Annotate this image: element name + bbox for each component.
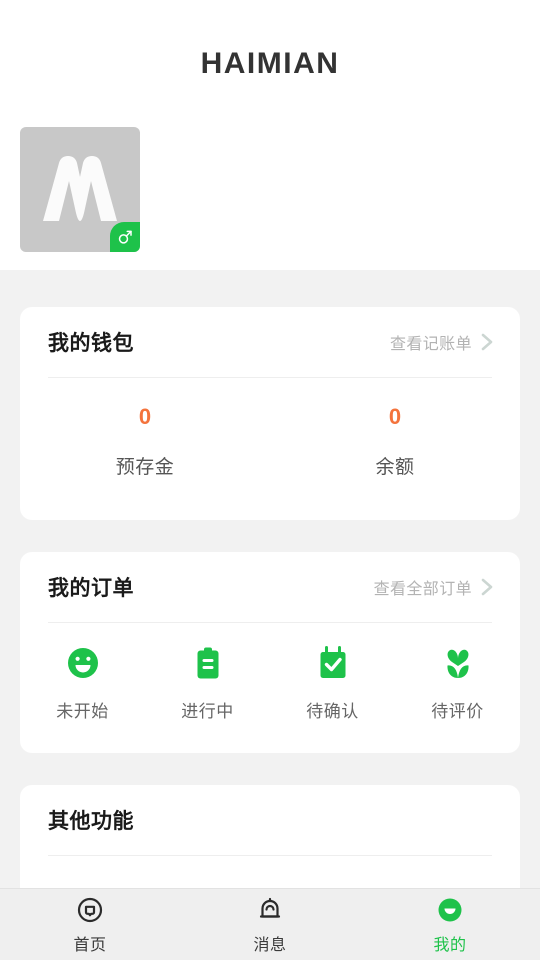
view-statement-button[interactable]: 查看记账单 [390, 330, 498, 354]
wallet-card-header: 我的钱包 查看记账单 [20, 307, 520, 377]
order-status-label: 待确认 [306, 702, 359, 721]
prepaid-value: 0 [138, 404, 152, 429]
tab-mine-label: 我的 [433, 936, 467, 954]
home-circle-icon [75, 895, 105, 925]
profile-smiley-icon [435, 895, 465, 925]
view-all-orders-button[interactable]: 查看全部订单 [374, 575, 498, 599]
order-status-label: 待评价 [431, 702, 484, 721]
tab-mine[interactable]: 我的 [360, 889, 540, 960]
order-status-pending-review[interactable]: 待评价 [395, 645, 520, 722]
wallet-title: 我的钱包 [48, 332, 134, 355]
chevron-right-icon [474, 575, 498, 599]
orders-card-header: 我的订单 查看全部订单 [20, 552, 520, 622]
tab-messages[interactable]: 消息 [180, 889, 360, 960]
other-functions-divider [48, 855, 492, 856]
order-status-label: 未开始 [56, 702, 109, 721]
balance-label: 余额 [375, 457, 415, 479]
wallet-stats: 0 预存金 0 余额 [20, 378, 520, 479]
smiley-face-icon [65, 645, 101, 681]
heart-flower-icon [440, 645, 476, 681]
calendar-check-icon [315, 645, 351, 681]
wallet-stat-prepaid[interactable]: 0 预存金 [20, 404, 270, 479]
app-root: HAIMIAN 我的钱包 查看记账单 0 预存金 0 余额 我的订单 查看全部订… [0, 0, 540, 960]
letter-m-logo-icon [37, 151, 123, 229]
other-functions-title: 其他功能 [48, 810, 134, 833]
prepaid-label: 预存金 [115, 457, 175, 479]
order-status-not-started[interactable]: 未开始 [20, 645, 145, 722]
order-status-in-progress[interactable]: 进行中 [145, 645, 270, 722]
avatar-wrapper[interactable] [20, 127, 140, 252]
view-all-orders-label: 查看全部订单 [373, 581, 472, 598]
orders-card: 我的订单 查看全部订单 未开始 进行中 待确认 待评价 [20, 552, 520, 753]
order-status-pending-confirm[interactable]: 待确认 [270, 645, 395, 722]
tab-home-label: 首页 [73, 936, 107, 954]
page-title: HAIMIAN [200, 47, 340, 80]
tab-home[interactable]: 首页 [0, 889, 180, 960]
profile-header: HAIMIAN [0, 0, 540, 270]
male-symbol-icon [110, 222, 140, 252]
view-statement-label: 查看记账单 [389, 336, 472, 353]
wallet-card: 我的钱包 查看记账单 0 预存金 0 余额 [20, 307, 520, 520]
order-status-label: 进行中 [181, 702, 234, 721]
bell-icon [255, 895, 285, 925]
order-status-list: 未开始 进行中 待确认 待评价 [20, 623, 520, 722]
chevron-right-icon [474, 330, 498, 354]
wallet-stat-balance[interactable]: 0 余额 [270, 404, 520, 479]
clipboard-icon [190, 645, 226, 681]
balance-value: 0 [388, 404, 402, 429]
bottom-navigation: 首页 消息 我的 [0, 888, 540, 960]
orders-title: 我的订单 [48, 577, 134, 600]
other-functions-header: 其他功能 [20, 785, 520, 855]
tab-messages-label: 消息 [253, 936, 287, 954]
